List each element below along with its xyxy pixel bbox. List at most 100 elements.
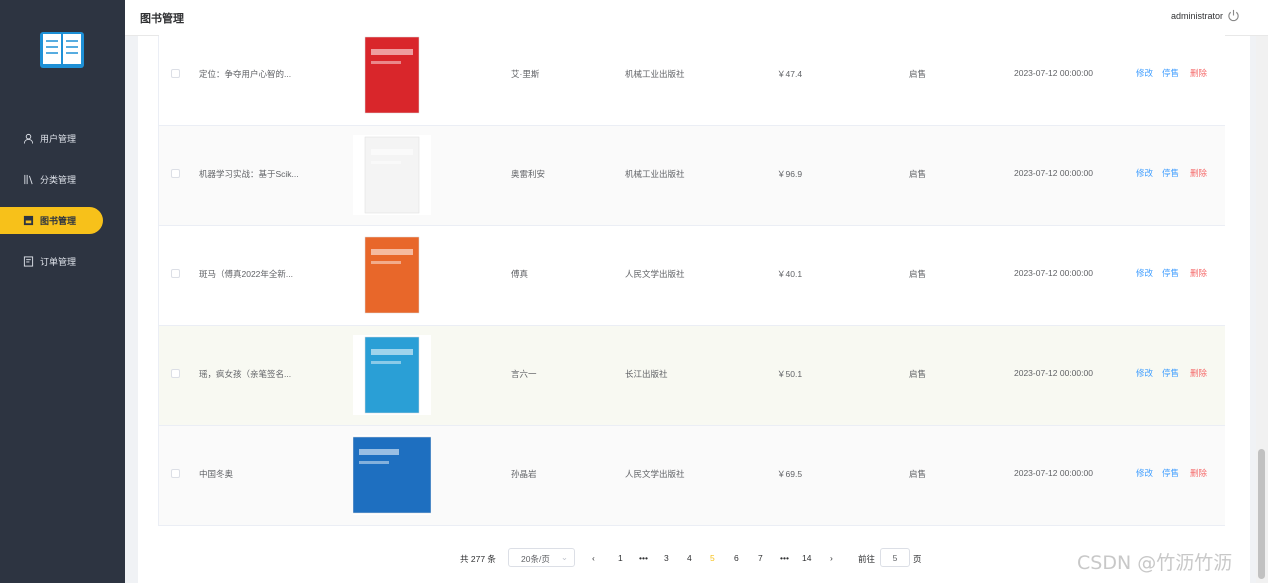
chevron-down-icon: ⌄ xyxy=(560,552,568,562)
table-row: 定位：争夺用户心智的... 艾·里斯 机械工业出版社 ￥47.4 启售 2023… xyxy=(159,26,1225,126)
book-author: 奥雷利安 xyxy=(511,169,546,179)
book-publisher: 长江出版社 xyxy=(625,369,668,379)
page-3[interactable]: 3 xyxy=(664,553,669,563)
book-name: 机器学习实战：基于Scik... xyxy=(199,169,299,179)
page-size-select[interactable]: 20条/页 ⌄ xyxy=(508,548,575,567)
book-price: ￥69.5 xyxy=(777,469,803,479)
watermark: CSDN @竹沥竹沥 xyxy=(1077,552,1233,574)
power-icon[interactable] xyxy=(1227,9,1240,22)
table-row: 瑶，疯女孩（亲笔签名... 言六一 长江出版社 ￥50.1 启售 2023-07… xyxy=(159,326,1225,426)
page-14[interactable]: 14 xyxy=(802,553,811,563)
page-6[interactable]: 6 xyxy=(734,553,739,563)
main-content: 定位：争夺用户心智的... 艾·里斯 机械工业出版社 ￥47.4 启售 2023… xyxy=(138,26,1250,583)
edit-button[interactable]: 修改 xyxy=(1136,167,1153,179)
sidebar-item-label: 图书管理 xyxy=(40,216,77,226)
book-name: 瑶，疯女孩（亲笔签名... xyxy=(199,369,292,379)
book-name: 定位：争夺用户心智的... xyxy=(199,69,292,79)
book-status: 启售 xyxy=(909,369,927,379)
book-publisher: 人民文学出版社 xyxy=(625,269,685,279)
stop-sale-button[interactable]: 停售 xyxy=(1162,467,1179,479)
table-row: 机器学习实战：基于Scik... 奥雷利安 机械工业出版社 ￥96.9 启售 2… xyxy=(159,126,1225,226)
book-cover-image xyxy=(353,135,431,215)
sidebar-item-users[interactable]: 用户管理 xyxy=(0,125,103,152)
delete-button[interactable]: 删除 xyxy=(1190,467,1207,479)
table-row: 斑马（傅真2022年全新... 傅真 人民文学出版社 ￥40.1 启售 2023… xyxy=(159,226,1225,326)
book-publisher: 机械工业出版社 xyxy=(625,69,685,79)
book-price: ￥50.1 xyxy=(777,369,803,379)
user-icon xyxy=(22,133,34,145)
book-publisher: 机械工业出版社 xyxy=(625,169,685,179)
book-price: ￥96.9 xyxy=(777,169,803,179)
sidebar-item-label: 分类管理 xyxy=(40,175,77,185)
edit-button[interactable]: 修改 xyxy=(1136,467,1153,479)
stop-sale-button[interactable]: 停售 xyxy=(1162,67,1179,79)
row-checkbox[interactable] xyxy=(171,269,180,278)
book-author: 艾·里斯 xyxy=(511,69,540,79)
book-name: 中国冬奥 xyxy=(199,469,234,479)
book-cover-image xyxy=(353,235,431,315)
book-price: ￥40.1 xyxy=(777,269,803,279)
book-date: 2023-07-12 00:00:00 xyxy=(1014,168,1093,178)
book-status: 启售 xyxy=(909,69,927,79)
book-status: 启售 xyxy=(909,469,927,479)
page-unit-label: 页 xyxy=(913,554,922,564)
username: administrator xyxy=(1170,11,1223,21)
page-ellipsis-next[interactable]: ••• xyxy=(780,553,789,563)
order-icon xyxy=(22,256,34,268)
stop-sale-button[interactable]: 停售 xyxy=(1162,367,1179,379)
page-ellipsis-prev[interactable]: ••• xyxy=(639,553,648,563)
sidebar-item-label: 订单管理 xyxy=(40,257,77,267)
page-1[interactable]: 1 xyxy=(618,553,623,563)
book-date: 2023-07-12 00:00:00 xyxy=(1014,268,1093,278)
table-row: 中国冬奥 孙晶岩 人民文学出版社 ￥69.5 启售 2023-07-12 00:… xyxy=(159,426,1225,526)
page-4[interactable]: 4 xyxy=(687,553,692,563)
scrollbar[interactable] xyxy=(1256,36,1268,583)
delete-button[interactable]: 删除 xyxy=(1190,267,1207,279)
edit-button[interactable]: 修改 xyxy=(1136,367,1153,379)
book-date: 2023-07-12 00:00:00 xyxy=(1014,468,1093,478)
page-7[interactable]: 7 xyxy=(758,553,763,563)
book-cover-image xyxy=(353,435,431,515)
page-size-value: 20条/页 xyxy=(521,554,550,564)
book-table: 定位：争夺用户心智的... 艾·里斯 机械工业出版社 ￥47.4 启售 2023… xyxy=(158,26,1225,526)
edit-button[interactable]: 修改 xyxy=(1136,267,1153,279)
book-icon xyxy=(22,215,34,227)
page-title: 图书管理 xyxy=(140,13,184,25)
book-author: 傅真 xyxy=(511,269,529,279)
book-date: 2023-07-12 00:00:00 xyxy=(1014,368,1093,378)
book-publisher: 人民文学出版社 xyxy=(625,469,685,479)
sidebar-item-label: 用户管理 xyxy=(40,134,77,144)
sidebar-item-categories[interactable]: 分类管理 xyxy=(0,166,103,193)
scrollbar-thumb[interactable] xyxy=(1258,449,1265,579)
sidebar-item-orders[interactable]: 订单管理 xyxy=(0,248,103,275)
stop-sale-button[interactable]: 停售 xyxy=(1162,267,1179,279)
book-price: ￥47.4 xyxy=(777,69,803,79)
row-checkbox[interactable] xyxy=(171,169,180,178)
delete-button[interactable]: 删除 xyxy=(1190,367,1207,379)
prev-page-icon[interactable]: ‹ xyxy=(592,553,595,563)
total-count: 共 277 条 xyxy=(460,554,496,564)
goto-page-input[interactable]: 5 xyxy=(880,548,910,567)
book-cover-image xyxy=(353,35,431,115)
book-logo-icon xyxy=(40,32,84,68)
sidebar-item-books[interactable]: 图书管理 xyxy=(0,207,103,234)
row-checkbox[interactable] xyxy=(171,469,180,478)
book-date: 2023-07-12 00:00:00 xyxy=(1014,68,1093,78)
book-cover-image xyxy=(353,335,431,415)
book-author: 孙晶岩 xyxy=(511,469,537,479)
row-checkbox[interactable] xyxy=(171,69,180,78)
row-checkbox[interactable] xyxy=(171,369,180,378)
stop-sale-button[interactable]: 停售 xyxy=(1162,167,1179,179)
next-page-icon[interactable]: › xyxy=(830,553,833,563)
sidebar: 用户管理 分类管理 图书管理 订单管理 xyxy=(0,0,125,583)
book-name: 斑马（傅真2022年全新... xyxy=(199,269,293,279)
delete-button[interactable]: 删除 xyxy=(1190,167,1207,179)
edit-button[interactable]: 修改 xyxy=(1136,67,1153,79)
page-5[interactable]: 5 xyxy=(710,553,715,563)
category-icon xyxy=(22,174,34,186)
book-author: 言六一 xyxy=(511,369,537,379)
delete-button[interactable]: 删除 xyxy=(1190,67,1207,79)
book-status: 启售 xyxy=(909,169,927,179)
goto-label: 前往 xyxy=(858,554,876,564)
book-status: 启售 xyxy=(909,269,927,279)
